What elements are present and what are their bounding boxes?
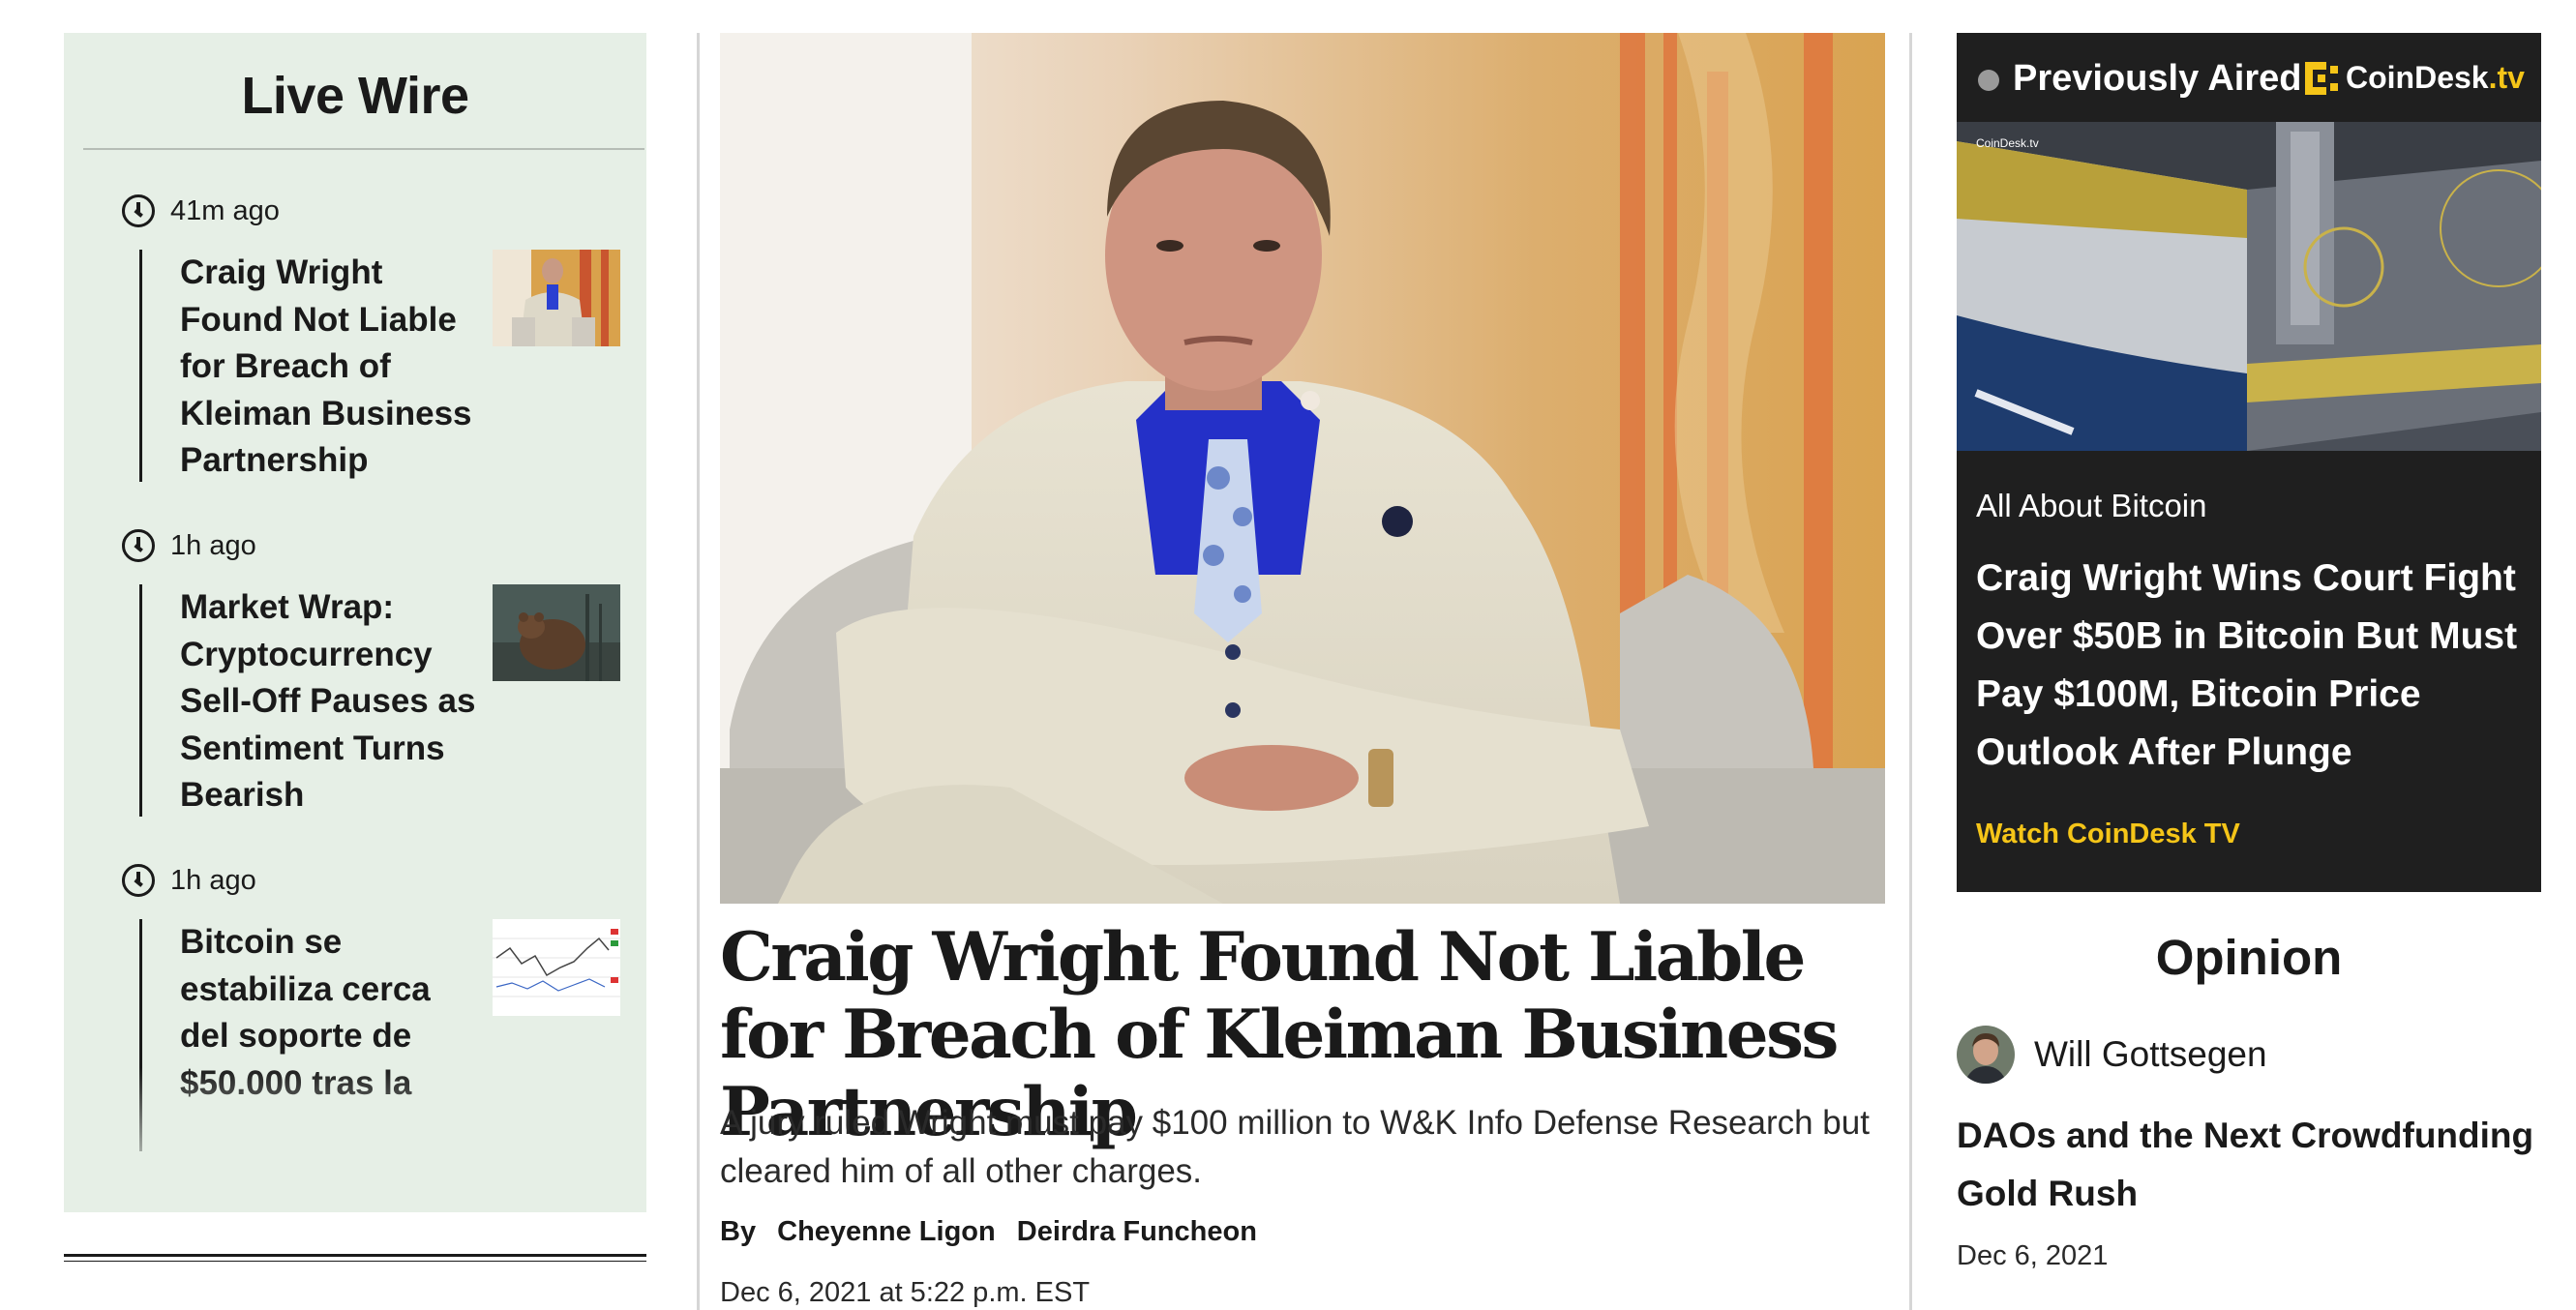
watch-coindesk-tv-link[interactable]: Watch CoinDesk TV	[1976, 819, 2240, 850]
live-wire-timestamp: 41m ago	[122, 190, 280, 232]
column-divider	[1909, 33, 1912, 1310]
main-story-dek: A jury ruled Wright must pay $100 millio…	[720, 1104, 1870, 1190]
coindesk-tv-card[interactable]: Previously Aired CoinDesk.tv CoinDesk.tv…	[1957, 33, 2541, 892]
opinion-headline[interactable]: DAOs and the Next Crowdfunding Gold Rush	[1957, 1107, 2537, 1223]
coindesk-tv-logo[interactable]: CoinDesk.tv	[2305, 60, 2525, 96]
clock-icon	[122, 529, 155, 562]
live-wire-headline[interactable]: Craig Wright Found Not Liable for Breach…	[180, 250, 480, 485]
avatar[interactable]	[1957, 1026, 2015, 1084]
live-dot-icon	[1978, 70, 1999, 91]
byline: By Cheyenne Ligon Deirdra Funcheon	[720, 1216, 1271, 1248]
opinion-date: Dec 6, 2021	[1957, 1240, 2109, 1271]
video-watermark: CoinDesk.tv	[1976, 136, 2039, 150]
opinion-section-title: Opinion	[2155, 930, 2343, 985]
clock-icon	[122, 194, 155, 227]
section-divider	[64, 1254, 646, 1262]
live-wire-timestamp: 1h ago	[122, 524, 256, 567]
live-wire-panel: Live Wire 41m ago Craig Wright Found Not…	[64, 33, 646, 1212]
tv-card-header: Previously Aired CoinDesk.tv	[1957, 33, 2541, 122]
main-story-image[interactable]	[720, 33, 1885, 904]
column-divider	[697, 33, 700, 1310]
live-wire-fade-overlay	[64, 1067, 646, 1212]
live-wire-thumbnail-bear[interactable]	[493, 584, 620, 681]
live-wire-headline[interactable]: Market Wrap: Cryptocurrency Sell-Off Pau…	[180, 584, 480, 819]
author-link[interactable]: Cheyenne Ligon	[777, 1216, 996, 1247]
live-wire-story[interactable]: Craig Wright Found Not Liable for Breach…	[139, 250, 645, 482]
tv-video-thumbnail[interactable]: CoinDesk.tv	[1957, 122, 2541, 451]
tv-show-name: All About Bitcoin	[1976, 488, 2207, 523]
byline-prefix: By	[720, 1216, 757, 1247]
live-wire-thumbnail-chart[interactable]	[493, 919, 620, 1016]
tv-episode-title[interactable]: Craig Wright Wins Court Fight Over $50B …	[1976, 550, 2528, 782]
opinion-author[interactable]: Will Gottsegen	[1957, 1026, 2267, 1084]
clock-icon	[122, 864, 155, 897]
live-wire-divider	[83, 148, 644, 150]
coindesk-logo-icon	[2305, 61, 2338, 95]
main-story-date: Dec 6, 2021 at 5:22 p.m. EST	[720, 1277, 1091, 1308]
live-wire-thumbnail-craig-wright[interactable]	[493, 250, 620, 346]
live-wire-title: Live Wire	[241, 67, 469, 125]
previously-aired-label: Previously Aired	[2013, 58, 2302, 99]
author-link[interactable]: Deirdra Funcheon	[1017, 1216, 1257, 1247]
live-wire-story[interactable]: Market Wrap: Cryptocurrency Sell-Off Pau…	[139, 584, 645, 817]
live-wire-timestamp: 1h ago	[122, 859, 256, 902]
author-name[interactable]: Will Gottsegen	[2034, 1034, 2267, 1075]
